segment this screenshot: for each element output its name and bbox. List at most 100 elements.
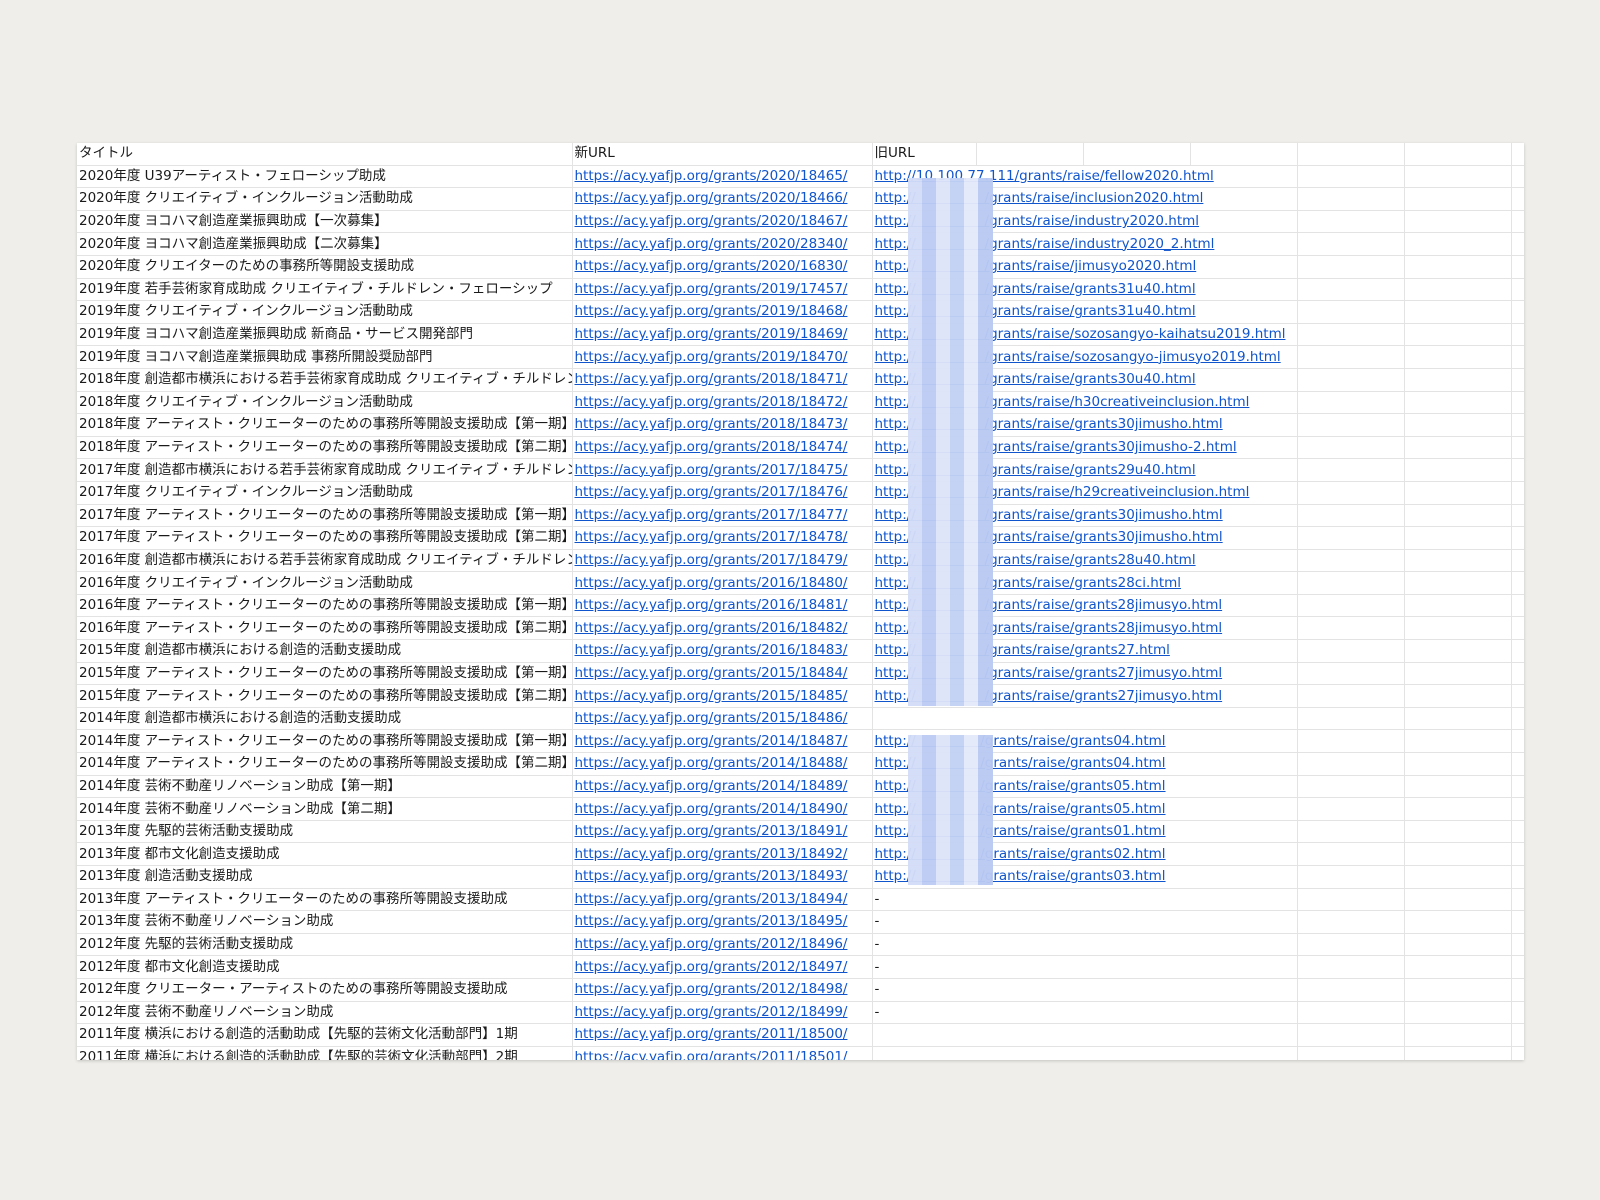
new-url-link[interactable]: https://acy.yafjp.org/grants/2012/18499/: [575, 1004, 848, 1020]
empty-cell[interactable]: [1511, 865, 1524, 889]
empty-cell[interactable]: [1404, 684, 1512, 708]
title-cell[interactable]: 2013年度 アーティスト・クリエーターのための事務所等開設支援助成: [77, 888, 573, 912]
empty-cell[interactable]: [1404, 594, 1512, 618]
title-cell[interactable]: 2017年度 創造都市横浜における若手芸術家育成助成 クリエイティブ・チルドレン: [77, 458, 573, 482]
empty-cell[interactable]: [1511, 1001, 1524, 1025]
empty-cell[interactable]: [1404, 820, 1512, 844]
empty-cell[interactable]: [1511, 820, 1524, 844]
empty-cell[interactable]: [1297, 684, 1405, 708]
new-url-link[interactable]: https://acy.yafjp.org/grants/2020/16830/: [575, 258, 848, 274]
empty-cell[interactable]: [1297, 820, 1405, 844]
empty-cell[interactable]: [1297, 775, 1405, 799]
empty-cell[interactable]: [1404, 707, 1512, 731]
new-url-link[interactable]: https://acy.yafjp.org/grants/2016/18482/: [575, 620, 848, 636]
empty-cell[interactable]: [1404, 616, 1512, 641]
new-url-link[interactable]: https://acy.yafjp.org/grants/2017/18478/: [575, 529, 848, 545]
empty-cell[interactable]: [1297, 143, 1405, 166]
empty-cell[interactable]: [1297, 910, 1405, 934]
empty-cell[interactable]: [1404, 865, 1512, 889]
new-url-cell[interactable]: https://acy.yafjp.org/grants/2016/18480/: [572, 571, 873, 595]
empty-cell[interactable]: [1511, 143, 1524, 166]
empty-cell[interactable]: [1404, 143, 1512, 166]
empty-cell[interactable]: [1404, 278, 1512, 302]
new-url-link[interactable]: https://acy.yafjp.org/grants/2011/18500/: [575, 1026, 848, 1042]
empty-cell[interactable]: [1404, 300, 1512, 324]
new-url-link[interactable]: https://acy.yafjp.org/grants/2013/18494/: [575, 891, 848, 907]
empty-cell[interactable]: [1083, 143, 1191, 166]
empty-cell[interactable]: [1404, 1023, 1512, 1047]
new-url-cell[interactable]: https://acy.yafjp.org/grants/2018/18474/: [572, 436, 873, 460]
new-url-link[interactable]: https://acy.yafjp.org/grants/2018/18473/: [575, 416, 848, 432]
title-cell[interactable]: 2014年度 芸術不動産リノベーション助成【第一期】: [77, 775, 573, 799]
empty-cell[interactable]: [1404, 571, 1512, 595]
title-cell[interactable]: 2016年度 アーティスト・クリエーターのための事務所等開設支援助成【第二期】: [77, 616, 573, 641]
title-cell[interactable]: 2020年度 クリエイターのための事務所等開設支援助成: [77, 255, 573, 279]
title-cell[interactable]: 2020年度 クリエイティブ・インクルージョン活動助成: [77, 187, 573, 211]
title-cell[interactable]: 2016年度 クリエイティブ・インクルージョン活動助成: [77, 571, 573, 595]
new-url-cell[interactable]: https://acy.yafjp.org/grants/2020/16830/: [572, 255, 873, 279]
empty-cell[interactable]: [1511, 594, 1524, 618]
new-url-cell[interactable]: https://acy.yafjp.org/grants/2017/18476/: [572, 481, 873, 505]
new-url-link[interactable]: https://acy.yafjp.org/grants/2019/18470/: [575, 349, 848, 365]
empty-cell[interactable]: [1297, 210, 1405, 234]
empty-cell[interactable]: [1511, 436, 1524, 460]
empty-cell[interactable]: [1297, 888, 1405, 912]
empty-cell[interactable]: [1511, 165, 1524, 189]
new-url-cell[interactable]: https://acy.yafjp.org/grants/2019/18469/: [572, 323, 873, 347]
empty-cell[interactable]: [1297, 232, 1405, 256]
title-cell[interactable]: 2014年度 創造都市横浜における創造的活動支援助成: [77, 707, 573, 731]
empty-cell[interactable]: [1297, 413, 1405, 437]
empty-cell[interactable]: [1297, 1023, 1405, 1047]
new-url-cell[interactable]: https://acy.yafjp.org/grants/2018/18473/: [572, 413, 873, 437]
empty-cell[interactable]: [1511, 278, 1524, 302]
new-url-link[interactable]: https://acy.yafjp.org/grants/2014/18488/: [575, 755, 848, 771]
title-cell[interactable]: 2018年度 創造都市横浜における若手芸術家育成助成 クリエイティブ・チルドレン: [77, 368, 573, 392]
new-url-cell[interactable]: https://acy.yafjp.org/grants/2019/18468/: [572, 300, 873, 324]
new-url-link[interactable]: https://acy.yafjp.org/grants/2017/18479/: [575, 552, 848, 568]
empty-cell[interactable]: [1297, 639, 1405, 663]
empty-cell[interactable]: [1404, 978, 1512, 1002]
title-cell[interactable]: 2016年度 創造都市横浜における若手芸術家育成助成 クリエイティブ・チルドレン: [77, 549, 573, 573]
new-url-link[interactable]: https://acy.yafjp.org/grants/2020/28340/: [575, 236, 848, 252]
old-url-cell[interactable]: [872, 1046, 1298, 1060]
empty-cell[interactable]: [1511, 187, 1524, 211]
new-url-cell[interactable]: https://acy.yafjp.org/grants/2018/18471/: [572, 368, 873, 392]
new-url-link[interactable]: https://acy.yafjp.org/grants/2012/18496/: [575, 936, 848, 952]
title-cell[interactable]: 2014年度 芸術不動産リノベーション助成【第二期】: [77, 797, 573, 821]
new-url-link[interactable]: https://acy.yafjp.org/grants/2020/18466/: [575, 190, 848, 206]
new-url-cell[interactable]: https://acy.yafjp.org/grants/2014/18488/: [572, 752, 873, 776]
empty-cell[interactable]: [1404, 662, 1512, 686]
header-title-cell[interactable]: タイトル: [77, 143, 573, 166]
title-cell[interactable]: 2019年度 若手芸術家育成助成 クリエイティブ・チルドレン・フェローシップ: [77, 278, 573, 302]
empty-cell[interactable]: [1297, 165, 1405, 189]
empty-cell[interactable]: [1511, 752, 1524, 776]
new-url-link[interactable]: https://acy.yafjp.org/grants/2014/18489/: [575, 778, 848, 794]
empty-cell[interactable]: [1511, 458, 1524, 482]
empty-cell[interactable]: [1511, 910, 1524, 934]
title-cell[interactable]: 2017年度 アーティスト・クリエーターのための事務所等開設支援助成【第二期】: [77, 526, 573, 550]
empty-cell[interactable]: [1404, 797, 1512, 821]
new-url-cell[interactable]: https://acy.yafjp.org/grants/2012/18496/: [572, 933, 873, 957]
title-cell[interactable]: 2015年度 アーティスト・クリエーターのための事務所等開設支援助成【第二期】: [77, 684, 573, 708]
title-cell[interactable]: 2014年度 アーティスト・クリエーターのための事務所等開設支援助成【第一期】: [77, 729, 573, 754]
new-url-link[interactable]: https://acy.yafjp.org/grants/2019/18469/: [575, 326, 848, 342]
empty-cell[interactable]: [1297, 436, 1405, 460]
new-url-link[interactable]: https://acy.yafjp.org/grants/2019/17457/: [575, 281, 848, 297]
empty-cell[interactable]: [1297, 842, 1405, 866]
empty-cell[interactable]: [1297, 345, 1405, 369]
new-url-cell[interactable]: https://acy.yafjp.org/grants/2014/18487/: [572, 729, 873, 754]
empty-cell[interactable]: [1297, 278, 1405, 302]
empty-cell[interactable]: [1404, 1001, 1512, 1025]
new-url-cell[interactable]: https://acy.yafjp.org/grants/2013/18492/: [572, 842, 873, 866]
empty-cell[interactable]: [1511, 323, 1524, 347]
new-url-link[interactable]: https://acy.yafjp.org/grants/2013/18493/: [575, 868, 848, 884]
empty-cell[interactable]: [1511, 797, 1524, 821]
empty-cell[interactable]: [1297, 933, 1405, 957]
empty-cell[interactable]: [1404, 232, 1512, 256]
new-url-link[interactable]: https://acy.yafjp.org/grants/2014/18490/: [575, 801, 848, 817]
new-url-cell[interactable]: https://acy.yafjp.org/grants/2017/18477/: [572, 504, 873, 528]
old-url-cell[interactable]: -: [872, 933, 1298, 957]
empty-cell[interactable]: [1511, 504, 1524, 528]
empty-cell[interactable]: [1511, 955, 1524, 979]
new-url-cell[interactable]: https://acy.yafjp.org/grants/2016/18481/: [572, 594, 873, 618]
